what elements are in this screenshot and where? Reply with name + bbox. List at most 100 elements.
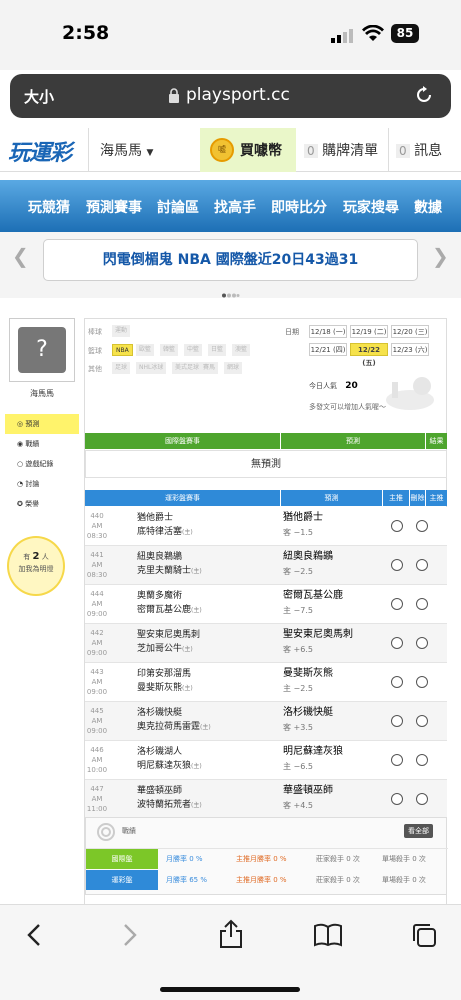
home-team-line: 奧克拉荷馬雷霆(主) [137, 720, 211, 735]
date-label: 日期 [285, 328, 299, 336]
intl-header-prediction: 預測 [281, 433, 425, 449]
user-menu[interactable]: 海馬馬 ▼ [100, 140, 153, 160]
filter-tennis[interactable]: 網球 [224, 362, 243, 374]
record-row-intl: 國際盤 月勝率 0 % 主推月勝率 0 % 莊家殺手 0 次 單場殺手 0 次 [86, 848, 448, 869]
bookmarks-icon[interactable] [313, 923, 343, 951]
delete-radio[interactable] [416, 520, 428, 532]
filter-china-basketball[interactable]: 中籃 [184, 344, 203, 356]
filter-football[interactable]: 足球 [112, 362, 131, 374]
profile-name: 海馬馬 [30, 389, 54, 398]
fans-bubble[interactable]: 有 2 人 加我為明燈 [7, 536, 65, 596]
away-team: 華盛頓巫師 [137, 786, 183, 796]
delete-radio[interactable] [416, 754, 428, 766]
battery-indicator: 85 [391, 24, 419, 43]
intl-single-killer: 單場殺手 0 次 [382, 855, 426, 863]
delete-radio[interactable] [416, 559, 428, 571]
date-1221[interactable]: 12/21 (四) [309, 343, 347, 356]
sidebar-item-honor[interactable]: ✪ 榮譽 [5, 494, 79, 514]
game-no: 443 [90, 668, 104, 676]
message-button[interactable]: 0 訊息 [396, 140, 442, 160]
tabs-icon[interactable] [410, 921, 438, 953]
date-1220[interactable]: 12/20 (三) [391, 325, 429, 338]
date-1219[interactable]: 12/19 (二) [350, 325, 388, 338]
table-row: 443 AM 09:00 印第安那溜馬 曼斐斯灰熊(主) 曼斐斯灰熊主 −2.5 [85, 663, 447, 702]
filter-nhl[interactable]: NHL冰球 [136, 362, 167, 374]
filter-baseball-sport[interactable]: 運動 [112, 325, 131, 337]
sidebar-item-game-log[interactable]: ○ 遊戲紀錄 [5, 454, 79, 474]
banner-headline[interactable]: 閃電倒楣鬼 NBA 國際盤近20日43過31 [43, 239, 418, 281]
share-icon[interactable] [218, 919, 244, 953]
view-all-button[interactable]: 看全部 [404, 824, 433, 838]
delete-radio[interactable] [416, 637, 428, 649]
main-pick-radio[interactable] [391, 637, 403, 649]
reload-icon[interactable] [414, 85, 434, 109]
filter-japan-basketball[interactable]: 日籃 [208, 344, 227, 356]
sidebar-item-discuss[interactable]: ◔ 討論 [5, 474, 79, 494]
nav-item-data[interactable]: 數據 [414, 197, 442, 217]
game-no: 441 [90, 551, 104, 559]
game-time: AM 08:30 [86, 522, 108, 540]
cart-count: 0 [304, 144, 318, 158]
nav-item-experts[interactable]: 找高手 [214, 197, 256, 217]
main-pick-radio[interactable] [391, 754, 403, 766]
filter-euro-basketball[interactable]: 歐籃 [136, 344, 155, 356]
main-pick-radio[interactable] [391, 559, 403, 571]
main-pick-radio[interactable] [391, 598, 403, 610]
date-1223[interactable]: 12/23 (六) [391, 343, 429, 356]
delete-radio[interactable] [416, 676, 428, 688]
banner-prev-arrow[interactable]: ❮ [12, 244, 29, 268]
game-teams: 洛杉磯湖人 明尼蘇達灰狼(主) [137, 745, 202, 774]
record-row-intl-label: 國際盤 [86, 849, 158, 869]
nav-item-play[interactable]: 玩競猜 [28, 197, 70, 217]
prediction-line: 客 −1.5 [283, 528, 313, 537]
sidebar-item-predict[interactable]: ◎ 預測 [5, 414, 79, 434]
nav-item-predict[interactable]: 預測賽事 [86, 197, 142, 217]
nav-item-player-search[interactable]: 玩家搜尋 [343, 197, 399, 217]
home-marker: (主) [191, 802, 202, 809]
filter-korea-basketball[interactable]: 韓籃 [160, 344, 179, 356]
lottery-month-rate: 月勝率 65 % [166, 876, 208, 884]
text-size-button[interactable]: 大小 [24, 86, 54, 107]
filter-nba[interactable]: NBA [112, 344, 133, 356]
nav-item-forum[interactable]: 討論區 [157, 197, 199, 217]
date-1222[interactable]: 12/22 (五) [350, 343, 388, 367]
main-pick-radio[interactable] [391, 676, 403, 688]
buy-coin-button[interactable]: 噓 買噱幣 [200, 128, 296, 172]
game-teams: 洛杉磯快艇奧克拉荷馬雷霆(主) [137, 706, 211, 735]
lottery-single-killer: 單場殺手 0 次 [382, 876, 426, 884]
home-marker: (主) [182, 646, 193, 653]
nav-item-live-score[interactable]: 即時比分 [271, 197, 327, 217]
home-marker: (主) [191, 607, 202, 614]
away-team: 印第安那溜馬 [137, 669, 192, 679]
sidebar-item-record[interactable]: ◉ 戰績 [5, 434, 79, 454]
prediction-line: 主 −6.5 [283, 762, 313, 771]
cheer-decoration-icon [382, 372, 438, 412]
home-marker: (主) [182, 529, 193, 536]
filter-american-football[interactable]: 美式足球 [172, 362, 203, 374]
url-text[interactable]: playsport.cc [186, 85, 290, 105]
site-logo[interactable]: 玩運彩 [8, 135, 72, 167]
main-pick-radio[interactable] [391, 715, 403, 727]
buy-coin-label: 買噱幣 [240, 143, 282, 159]
message-count: 0 [396, 144, 410, 158]
banner-next-arrow[interactable]: ❯ [432, 244, 449, 268]
away-team: 洛杉磯快艇 [137, 708, 183, 718]
filter-aus-basketball[interactable]: 澳籃 [232, 344, 251, 356]
record-panel: 戰績 看全部 國際盤 月勝率 0 % 主推月勝率 0 % 莊家殺手 0 次 單場… [85, 817, 448, 895]
forward-icon[interactable] [120, 923, 140, 951]
game-no: 444 [90, 590, 104, 598]
date-1218[interactable]: 12/18 (一) [309, 325, 347, 338]
delete-radio[interactable] [416, 715, 428, 727]
main-pick-radio[interactable] [391, 793, 403, 805]
delete-radio[interactable] [416, 598, 428, 610]
back-icon[interactable] [24, 923, 44, 951]
main-pick-radio[interactable] [391, 520, 403, 532]
address-bar[interactable]: 大小 playsport.cc [10, 74, 451, 118]
discuss-icon: ◔ [17, 480, 24, 488]
delete-radio[interactable] [416, 793, 428, 805]
filter-horse-racing[interactable]: 賽馬 [200, 362, 219, 374]
browser-toolbar [0, 904, 461, 1000]
sidebar-item-record-label: 戰績 [25, 440, 40, 448]
signal-icon [331, 28, 355, 43]
cart-button[interactable]: 0 購牌清單 [304, 140, 378, 160]
